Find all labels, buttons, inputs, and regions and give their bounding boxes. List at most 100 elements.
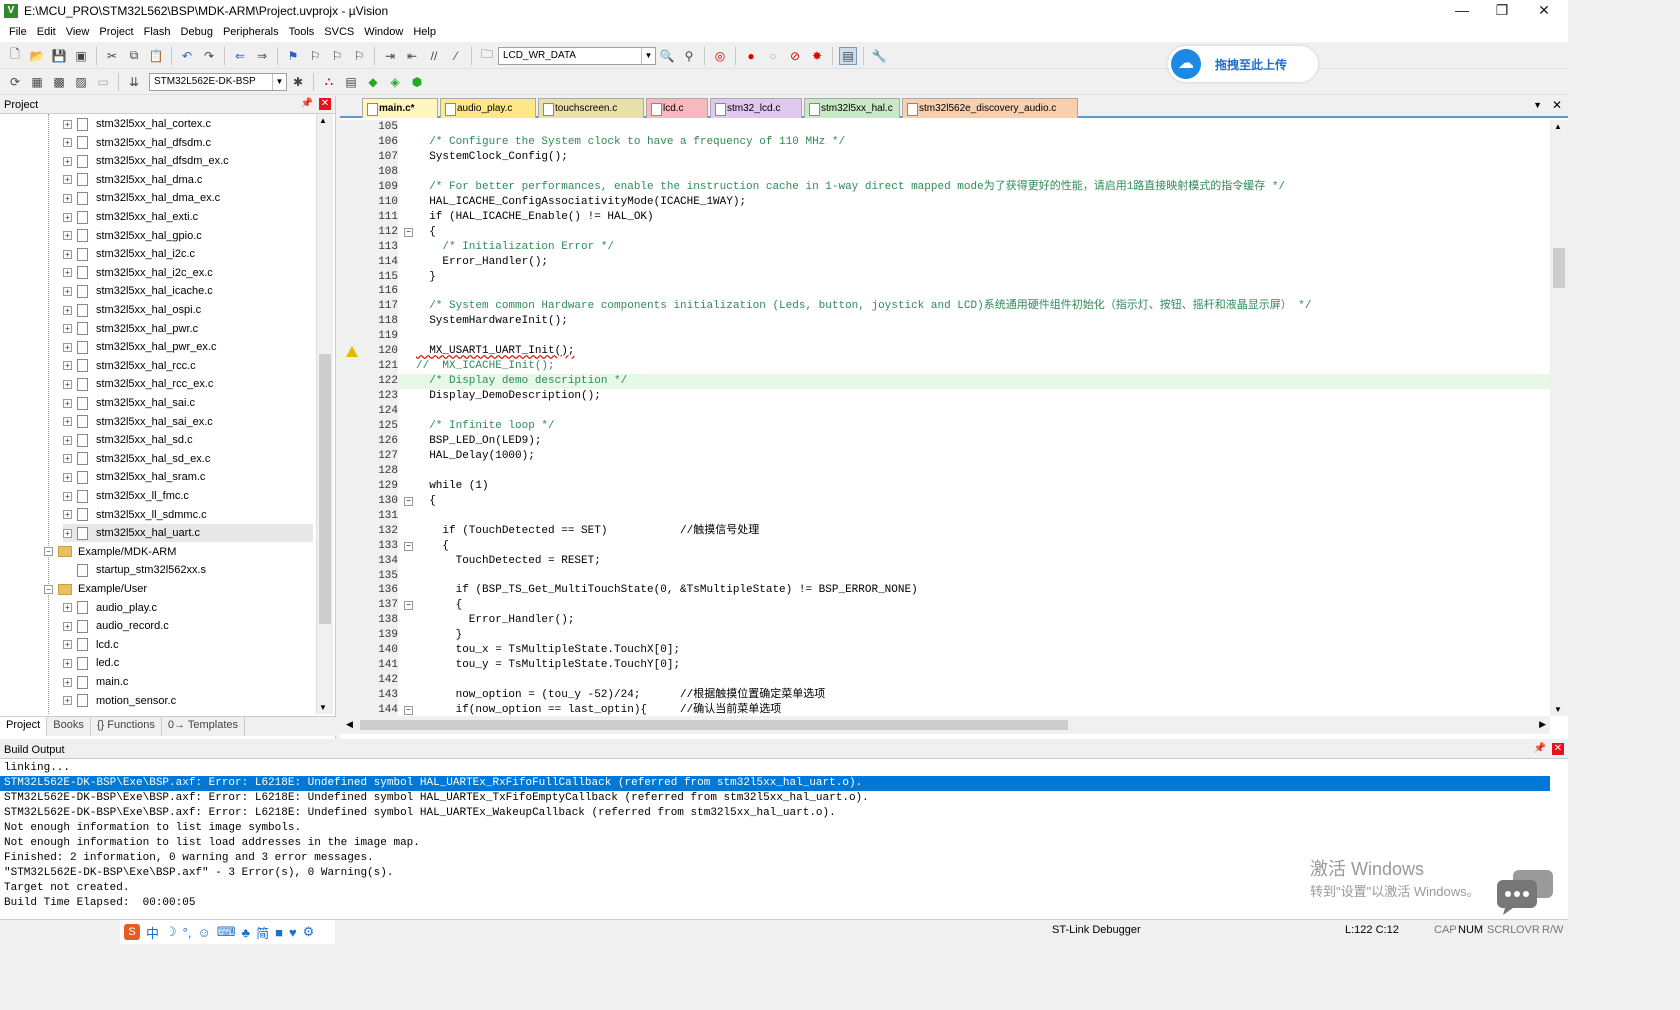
tree-file[interactable]: + main.c — [63, 673, 128, 691]
expand-icon[interactable]: + — [63, 435, 72, 445]
scroll-down-icon[interactable]: ▼ — [319, 703, 327, 712]
manage-rte-icon[interactable]: ⬢ — [408, 73, 426, 91]
window-layout-icon[interactable]: ▤ — [839, 46, 857, 65]
cut-icon[interactable]: ✂ — [103, 47, 121, 65]
expand-icon[interactable]: + — [63, 175, 72, 185]
tab-books[interactable]: Books — [47, 717, 91, 736]
expand-icon[interactable]: + — [63, 324, 72, 334]
pin-icon[interactable]: 📌 — [1534, 743, 1546, 754]
upload-widget[interactable]: ☁ 拖拽至此上传 — [1168, 46, 1318, 82]
tree-file[interactable]: + audio_play.c — [63, 599, 157, 617]
code-line[interactable]: 133− { — [340, 538, 1550, 554]
code-line[interactable]: 106 /* Configure the System clock to hav… — [340, 134, 1550, 150]
ime-item[interactable]: ⚙ — [303, 924, 315, 940]
expand-icon[interactable]: + — [63, 361, 72, 371]
expand-icon[interactable]: + — [63, 119, 72, 129]
tab-project[interactable]: Project — [0, 717, 48, 736]
tree-file[interactable]: + stm32l5xx_hal_icache.c — [63, 282, 213, 300]
build-output-line[interactable]: STM32L562E-DK-BSP\Exe\BSP.axf: Error: L6… — [0, 806, 1550, 821]
fold-toggle-icon[interactable]: − — [404, 227, 413, 237]
pin-icon[interactable]: 📌 — [301, 98, 313, 109]
tree-scrollbar[interactable]: ▲ ▼ — [316, 114, 333, 714]
code-line[interactable]: 135 — [340, 568, 1550, 584]
menu-item-help[interactable]: Help — [408, 26, 441, 38]
disable-breakpoint-icon[interactable]: ○ — [764, 47, 782, 65]
code-line[interactable]: 138 Error_Handler(); — [340, 613, 1550, 629]
code-line[interactable]: 123 Display_DemoDescription(); — [340, 389, 1550, 405]
ime-item[interactable]: 中 — [146, 923, 159, 942]
editor-tab-touchscreen-c[interactable]: touchscreen.c — [538, 98, 644, 118]
tab-templates[interactable]: 0→ Templates — [162, 717, 246, 736]
expand-icon[interactable]: + — [63, 231, 72, 241]
menu-item-peripherals[interactable]: Peripherals — [218, 26, 284, 38]
tree-file[interactable]: + audio_record.c — [63, 617, 169, 635]
code-line[interactable]: 109 /* For better performances, enable t… — [340, 179, 1550, 195]
expand-icon[interactable]: + — [63, 138, 72, 148]
build-output-line[interactable]: STM32L562E-DK-BSP\Exe\BSP.axf: Error: L6… — [0, 776, 1550, 791]
expand-icon[interactable]: + — [63, 305, 72, 315]
code-line[interactable]: 116 — [340, 284, 1550, 300]
ime-item[interactable]: ☺ — [197, 925, 210, 940]
tree-file[interactable]: + stm32l5xx_hal_gpio.c — [63, 227, 202, 245]
open-file-icon[interactable]: 📂 — [28, 47, 46, 65]
undo-icon[interactable]: ↶ — [178, 47, 196, 65]
editor-tab-stm32-lcd-c[interactable]: stm32_lcd.c — [710, 98, 802, 118]
menu-item-edit[interactable]: Edit — [32, 26, 61, 38]
ime-item[interactable]: ☽ — [165, 924, 177, 940]
expand-icon[interactable]: + — [63, 379, 72, 389]
scroll-up-icon[interactable]: ▲ — [1554, 122, 1562, 131]
stop-build-icon[interactable]: ▭ — [94, 73, 112, 91]
debug-session-icon[interactable]: ◎ — [711, 47, 729, 65]
code-line[interactable]: 122 /* Display demo description */ — [340, 374, 1550, 390]
fold-toggle-icon[interactable]: − — [404, 541, 413, 551]
expand-icon[interactable]: + — [63, 696, 72, 706]
tree-folder[interactable]: − Example/User — [44, 580, 147, 598]
prev-bookmark-icon[interactable]: ⚐ — [306, 47, 324, 65]
tree-file[interactable]: + stm32l5xx_hal_rcc_ex.c — [63, 375, 213, 393]
tree-file[interactable]: + stm32l5xx_hal_exti.c — [63, 208, 198, 226]
manage-project-icon[interactable]: ⛬ — [320, 73, 338, 91]
code-line[interactable]: 125 /* Infinite loop */ — [340, 419, 1550, 434]
menu-item-debug[interactable]: Debug — [176, 26, 218, 38]
tree-file[interactable]: + stm32l5xx_hal_dfsdm.c — [63, 134, 211, 152]
expand-icon[interactable]: + — [63, 491, 72, 501]
code-line[interactable]: 129 while (1) — [340, 478, 1550, 494]
code-line[interactable]: 111 if (HAL_ICACHE_Enable() != HAL_OK) — [340, 209, 1550, 225]
download-icon[interactable]: ⇊ — [125, 73, 143, 91]
select-packs-icon[interactable]: ◈ — [386, 73, 404, 91]
expand-icon[interactable]: + — [63, 510, 72, 520]
save-icon[interactable]: 💾 — [50, 47, 68, 65]
expand-icon[interactable]: + — [63, 193, 72, 203]
code-line[interactable]: 113 /* Initialization Error */ — [340, 239, 1550, 255]
close-tab-icon[interactable]: ✕ — [1552, 98, 1562, 112]
expand-icon[interactable]: + — [63, 268, 72, 278]
expand-icon[interactable]: + — [63, 249, 72, 259]
code-area[interactable]: 105 106 /* Configure the System clock to … — [340, 120, 1550, 716]
code-line[interactable]: 137− { — [340, 598, 1550, 614]
code-line[interactable]: 110 HAL_ICACHE_ConfigAssociativityMode(I… — [340, 194, 1550, 210]
menu-item-flash[interactable]: Flash — [139, 26, 176, 38]
editor-tab-main-c-[interactable]: main.c* — [362, 98, 438, 118]
tree-file[interactable]: + stm32l5xx_ll_fmc.c — [63, 487, 189, 505]
tree-file[interactable]: + stm32l5xx_hal_i2c_ex.c — [63, 264, 213, 282]
scroll-right-icon[interactable]: ▶ — [1539, 719, 1546, 730]
menu-item-file[interactable]: File — [4, 26, 32, 38]
chevron-down-icon[interactable]: ▼ — [641, 47, 655, 64]
scroll-down-icon[interactable]: ▼ — [1554, 705, 1562, 714]
expand-icon[interactable]: + — [63, 472, 72, 482]
find-in-files-icon[interactable]: 🗀 — [478, 47, 496, 65]
editor-tab-stm32l5xx-hal-c[interactable]: stm32l5xx_hal.c — [804, 98, 900, 118]
incremental-find-icon[interactable]: ⚲ — [680, 47, 698, 65]
code-line[interactable]: 131 — [340, 508, 1550, 524]
tree-file[interactable]: + stm32l5xx_hal_sai_ex.c — [63, 413, 213, 431]
ime-toolbar[interactable]: S 中 ☽ °, ☺ ⌨ ♣ 简 ■ ♥ ⚙ — [120, 920, 335, 944]
code-line[interactable]: 117 /* System common Hardware components… — [340, 299, 1550, 315]
expand-icon[interactable]: + — [63, 621, 72, 631]
expand-icon[interactable]: + — [63, 286, 72, 296]
tree-file[interactable]: + motion_sensor.c — [63, 692, 176, 710]
bookmark-icon[interactable]: ⚑ — [284, 47, 302, 65]
close-icon[interactable]: ✕ — [1552, 743, 1564, 755]
tab-functions[interactable]: {} Functions — [91, 717, 162, 736]
editor-tab-lcd-c[interactable]: lcd.c — [646, 98, 708, 118]
tree-file[interactable]: + stm32l5xx_hal_ospi.c — [63, 301, 201, 319]
